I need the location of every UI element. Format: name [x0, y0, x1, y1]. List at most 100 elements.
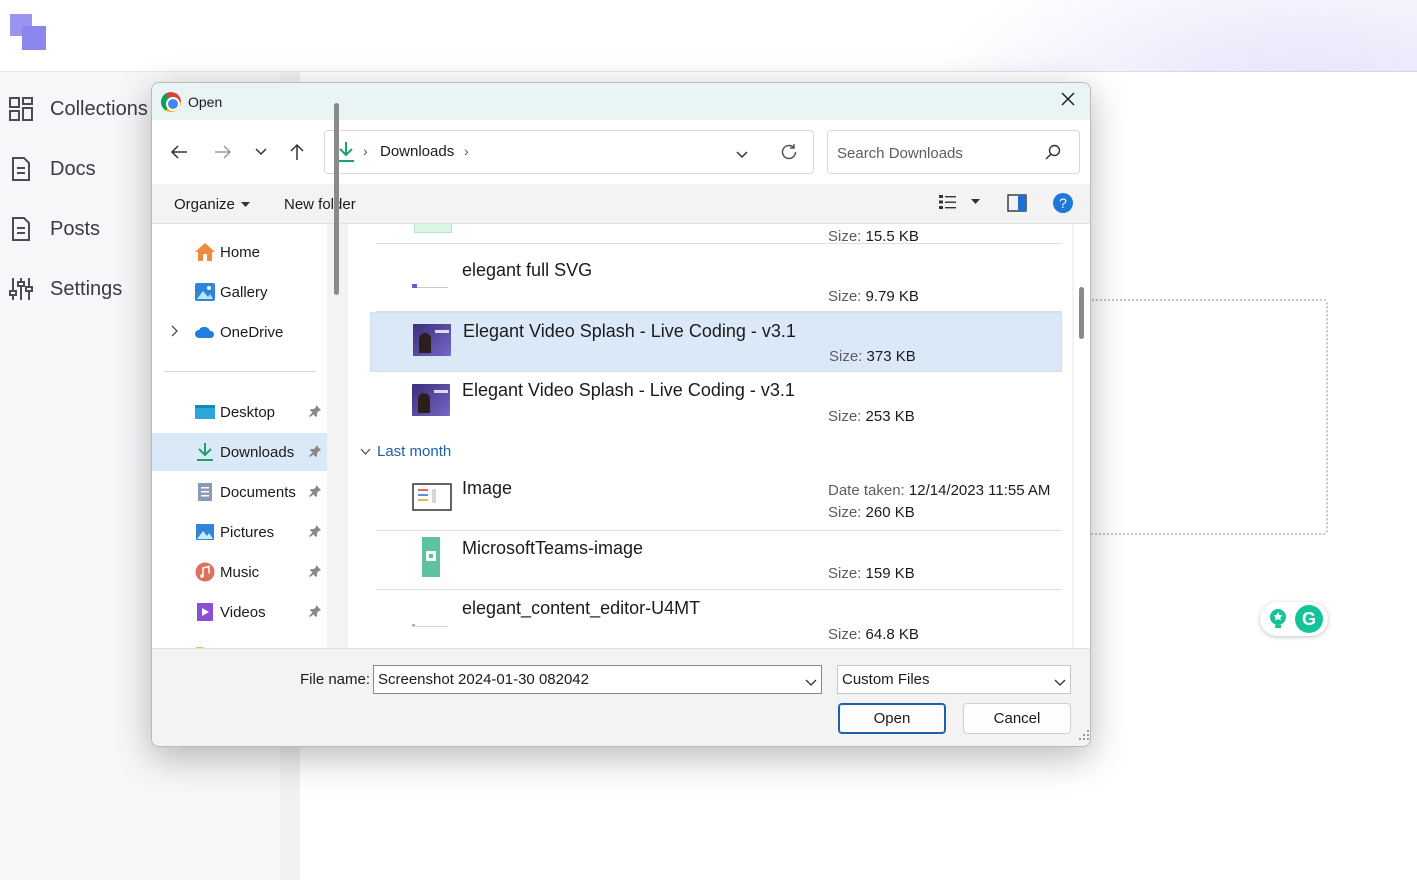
breadcrumb-chevron-icon[interactable]: › — [464, 143, 469, 159]
video-thumbnail — [412, 384, 450, 416]
file-date: 12/14/2023 11:55 AM — [908, 482, 1051, 499]
nav-item-partial[interactable] — [152, 633, 327, 648]
pin-icon[interactable] — [309, 404, 321, 421]
nav-pane-scrollbar[interactable] — [334, 103, 339, 295]
chevron-down-icon — [1054, 679, 1066, 686]
sidebar-item-docs[interactable]: Docs — [8, 156, 96, 182]
sidebar-item-settings[interactable]: Settings — [8, 276, 122, 302]
file-row[interactable]: Image Date taken: 12/14/2023 11:55 AM Si… — [370, 470, 1062, 531]
nav-item-label: Music — [220, 563, 260, 581]
open-button[interactable]: Open — [838, 703, 946, 734]
nav-item-label: Desktop — [220, 403, 276, 421]
date-key: Date taken: — [828, 482, 905, 499]
grammarly-icon[interactable]: G — [1295, 605, 1323, 633]
nav-item-pictures[interactable]: Pictures — [152, 513, 327, 551]
file-row[interactable]: MicrosoftTeams-image Size: 159 KB — [370, 530, 1062, 590]
breadcrumb-chevron-icon: › — [363, 143, 368, 159]
nav-item-gallery[interactable]: Gallery — [152, 273, 327, 311]
file-row[interactable]: Size: 15.5 KB — [370, 224, 1062, 245]
pin-icon[interactable] — [309, 604, 321, 621]
file-row-selected[interactable]: Elegant Video Splash - Live Coding - v3.… — [370, 312, 1062, 372]
file-name: Elegant Video Splash - Live Coding - v3.… — [462, 380, 795, 400]
document-icon — [8, 216, 34, 242]
close-button[interactable] — [1046, 83, 1090, 120]
search-box[interactable] — [827, 130, 1080, 174]
folder-icon — [194, 641, 216, 648]
pin-icon[interactable] — [309, 484, 321, 501]
nav-item-music[interactable]: Music — [152, 553, 327, 591]
file-row[interactable]: Elegant Video Splash - Live Coding - v3.… — [370, 372, 1062, 432]
search-input[interactable] — [837, 142, 1037, 164]
nav-item-label: Gallery — [220, 283, 268, 301]
download-icon — [194, 441, 216, 463]
file-list-scrollbar-thumb[interactable] — [1079, 287, 1084, 339]
app-logo[interactable] — [10, 14, 48, 50]
nav-item-documents[interactable]: Documents — [152, 473, 327, 511]
size-key: Size: — [828, 626, 862, 643]
sidebar-item-collections[interactable]: Collections — [8, 96, 148, 122]
sidebar-item-posts[interactable]: Posts — [8, 216, 100, 242]
nav-item-home[interactable]: Home — [152, 233, 327, 271]
preview-pane-button[interactable] — [1007, 194, 1027, 212]
file-size: 253 KB — [865, 408, 915, 425]
breadcrumb-downloads[interactable]: Downloads — [380, 143, 454, 160]
back-button[interactable] — [167, 140, 191, 164]
gallery-icon — [194, 281, 216, 303]
grammarly-widget[interactable]: G — [1260, 602, 1328, 636]
open-file-dialog: Open › Downloads › Search Downloads Orga… — [151, 82, 1091, 747]
documents-icon — [194, 481, 216, 503]
lightbulb-icon[interactable] — [1265, 606, 1291, 632]
upload-drop-zone[interactable] — [1088, 299, 1328, 535]
resize-grip-icon[interactable] — [1079, 727, 1089, 745]
new-folder-button[interactable]: New folder — [284, 196, 356, 213]
chevron-down-icon — [805, 679, 817, 686]
nav-item-desktop[interactable]: Desktop — [152, 393, 327, 431]
group-header-last-month[interactable]: Last month — [360, 443, 451, 460]
help-button[interactable]: ? — [1053, 193, 1073, 213]
recent-locations-button[interactable] — [249, 140, 273, 164]
close-icon — [1061, 92, 1075, 111]
nav-item-label: Documents — [220, 483, 296, 501]
file-name: Image — [462, 478, 513, 498]
image-thumbnail — [422, 537, 440, 577]
file-name-input[interactable] — [378, 671, 793, 688]
file-row[interactable]: elegant full SVG Size: 9.79 KB — [370, 252, 1062, 312]
help-icon: ? — [1053, 193, 1073, 213]
desktop-icon — [194, 401, 216, 423]
cancel-button[interactable]: Cancel — [963, 703, 1071, 734]
refresh-button[interactable] — [780, 143, 798, 166]
sidebar-item-label: Posts — [50, 217, 101, 240]
nav-item-onedrive[interactable]: OneDrive — [152, 313, 327, 351]
file-type-dropdown[interactable] — [1054, 674, 1066, 692]
file-type-select[interactable]: Custom Files — [837, 665, 1071, 694]
size-key: Size: — [828, 565, 862, 582]
organize-menu-button[interactable]: Organize — [174, 196, 250, 213]
pin-icon[interactable] — [309, 444, 321, 461]
file-thumbnail — [410, 264, 450, 296]
pin-icon[interactable] — [309, 564, 321, 581]
address-history-dropdown[interactable] — [735, 147, 749, 165]
change-view-button[interactable] — [939, 194, 980, 210]
nav-item-downloads[interactable]: Downloads — [152, 433, 327, 471]
nav-item-label: Pictures — [220, 523, 275, 541]
forward-button[interactable] — [211, 140, 235, 164]
file-name-dropdown[interactable] — [805, 674, 817, 692]
arrow-up-icon — [290, 143, 304, 160]
pin-icon[interactable] — [309, 524, 321, 541]
file-name: elegant full SVG — [462, 260, 593, 280]
file-name-combobox[interactable] — [373, 665, 822, 694]
nav-item-videos[interactable]: Videos — [152, 593, 327, 631]
search-icon[interactable] — [1045, 144, 1061, 165]
address-bar[interactable]: › Downloads › — [324, 130, 814, 174]
home-icon — [194, 241, 216, 263]
nav-item-label: Home — [220, 243, 261, 261]
size-key: Size: — [828, 504, 862, 521]
app-topbar — [0, 0, 1417, 410]
up-button[interactable] — [285, 140, 309, 164]
arrow-right-icon — [215, 145, 232, 159]
grid-icon — [8, 96, 34, 122]
file-row[interactable]: elegant_content_editor-U4MT Size: 64.8 K… — [370, 590, 1062, 648]
expand-chevron-icon[interactable] — [170, 324, 178, 341]
sidebar-item-label: Settings — [50, 277, 123, 300]
new-folder-label: New folder — [284, 196, 356, 213]
